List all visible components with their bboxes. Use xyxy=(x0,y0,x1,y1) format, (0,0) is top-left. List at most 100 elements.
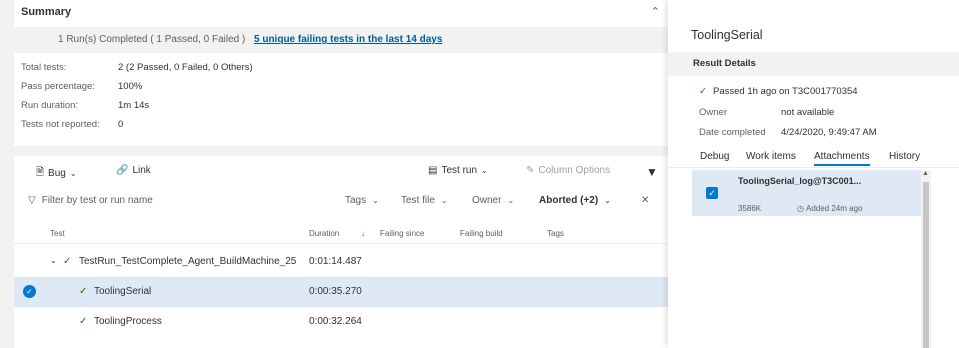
summary-header[interactable]: Summary ⌃ xyxy=(14,0,668,26)
column-headers: Test Duration ↓ Failing since Failing bu… xyxy=(14,224,668,244)
scroll-up-icon[interactable]: ▲ xyxy=(922,170,929,177)
chevron-up-icon[interactable]: ⌃ xyxy=(651,5,660,18)
attachment-item[interactable]: ✓ ToolingSerial_log@T3C001... 3586K ◷ Ad… xyxy=(692,170,921,216)
row-duration: 0:01:14.487 xyxy=(309,256,362,267)
tags-filter-label: Tags xyxy=(345,195,367,206)
filter-toggle-button[interactable]: ▼ xyxy=(646,165,658,179)
row-test-name: ToolingProcess xyxy=(94,316,162,327)
stat-total-tests: Total tests: 2 (2 Passed, 0 Failed, 0 Ot… xyxy=(21,62,421,76)
details-title: ToolingSerial xyxy=(691,28,763,42)
link-label: Link xyxy=(132,165,151,176)
tab-attachments[interactable]: Attachments xyxy=(814,151,870,166)
col-failing-since[interactable]: Failing since xyxy=(380,229,424,238)
chevron-down-icon: ⌄ xyxy=(604,196,611,205)
result-details-panel: ToolingSerial Result Details ✓ Passed 1h… xyxy=(668,0,959,348)
owner-value: not available xyxy=(781,107,835,118)
column-options-button[interactable]: ✎ Column Options xyxy=(526,165,610,176)
row-test-name: TestRun_TestComplete_Agent_BuildMachine_… xyxy=(79,256,297,267)
funnel-icon: ▼ xyxy=(646,165,658,179)
outcome-filter-label: Aborted (+2) xyxy=(539,195,599,206)
scroll-thumb[interactable] xyxy=(923,182,929,348)
column-options-label: Column Options xyxy=(538,165,611,176)
link-icon: 🔗 xyxy=(116,165,129,176)
clear-filter-button[interactable]: ✕ xyxy=(641,195,649,206)
filter-placeholder: Filter by test or run name xyxy=(41,195,153,206)
attachments-scrollbar[interactable]: ▲ xyxy=(921,170,931,348)
filter-input[interactable]: ▽ Filter by test or run name xyxy=(28,195,153,206)
attachment-size: 3586K xyxy=(738,204,762,213)
clock-icon: ◷ xyxy=(797,204,804,213)
stat-label: Run duration: xyxy=(21,100,79,111)
summary-title: Summary xyxy=(21,6,72,18)
col-test[interactable]: Test xyxy=(50,229,65,238)
pencil-icon: ✎ xyxy=(526,165,535,176)
attachment-name: ToolingSerial_log@T3C001... xyxy=(738,176,862,186)
row-duration: 0:00:35.270 xyxy=(309,286,362,297)
row-test-name: ToolingSerial xyxy=(94,286,152,297)
filter-icon: ▽ xyxy=(28,195,36,206)
stat-value: 100% xyxy=(118,81,143,92)
outcome-filter[interactable]: Aborted (+2) ⌄ xyxy=(539,195,611,206)
table-row[interactable]: ✓ ToolingProcess 0:00:32.264 xyxy=(14,307,668,337)
grouping-icon: ▤ xyxy=(428,165,438,176)
chevron-down-icon[interactable]: ⌄ xyxy=(50,256,57,265)
col-failing-build[interactable]: Failing build xyxy=(460,229,503,238)
chevron-down-icon: ⌄ xyxy=(440,196,448,205)
date-completed-value: 4/24/2020, 9:49:47 AM xyxy=(781,127,877,138)
result-details-label: Result Details xyxy=(693,58,756,69)
row-duration: 0:00:32.264 xyxy=(309,316,362,327)
chevron-down-icon: ⌄ xyxy=(481,166,488,175)
col-duration[interactable]: Duration xyxy=(309,229,339,238)
tab-work-items[interactable]: Work items xyxy=(746,151,796,162)
results-panel: Summary ⌃ 1 Run(s) Completed ( 1 Passed,… xyxy=(14,0,668,348)
owner-label: Owner xyxy=(699,107,727,118)
chevron-down-icon: ⌄ xyxy=(507,196,515,205)
sort-descending-icon[interactable]: ↓ xyxy=(361,229,365,238)
test-file-filter-label: Test file xyxy=(401,195,435,206)
stat-label: Tests not reported: xyxy=(21,119,100,130)
close-icon: ✕ xyxy=(641,195,650,206)
stat-value: 0 xyxy=(118,119,124,130)
stat-run-duration: Run duration: 1m 14s xyxy=(21,100,421,114)
stat-tests-not-reported: Tests not reported: 0 xyxy=(21,119,421,133)
stat-pass-percentage: Pass percentage: 100% xyxy=(21,81,421,95)
test-file-filter[interactable]: Test file ⌄ xyxy=(401,195,448,206)
attachment-added: Added 24m ago xyxy=(806,204,863,213)
checkbox-icon[interactable]: ✓ xyxy=(706,187,718,199)
test-results-screen: Summary ⌃ 1 Run(s) Completed ( 1 Passed,… xyxy=(0,0,959,348)
failing-tests-link[interactable]: 5 unique failing tests in the last 14 da… xyxy=(254,34,442,45)
check-icon: ✓ xyxy=(79,316,88,327)
selected-check-icon[interactable]: ✓ xyxy=(23,285,36,298)
table-row[interactable]: ✓ ✓ ToolingSerial 0:00:35.270 xyxy=(14,277,668,307)
details-tabs: Debug Work items Attachments History xyxy=(668,148,959,168)
run-summary-text: 1 Run(s) Completed ( 1 Passed, 0 Failed … xyxy=(58,34,246,45)
owner-filter-label: Owner xyxy=(472,195,502,206)
check-icon: ✓ xyxy=(63,256,72,267)
table-row[interactable]: ⌄ ✓ TestRun_TestComplete_Agent_BuildMach… xyxy=(14,247,668,277)
col-tags[interactable]: Tags xyxy=(547,229,564,238)
tab-debug[interactable]: Debug xyxy=(700,151,729,162)
date-completed-label: Date completed xyxy=(699,127,766,138)
chevron-down-icon: ⌄ xyxy=(372,196,379,205)
tab-history[interactable]: History xyxy=(889,151,920,162)
filter-bar: ▽ Filter by test or run name Tags ⌄ Test… xyxy=(14,187,668,217)
section-divider xyxy=(14,146,668,156)
chevron-down-icon: ⌄ xyxy=(69,169,77,178)
check-icon: ✓ xyxy=(79,286,88,297)
bug-button[interactable]: 🗎 Bug ⌄ xyxy=(36,165,77,182)
tags-filter[interactable]: Tags ⌄ xyxy=(345,195,379,206)
stat-value: 1m 14s xyxy=(118,100,150,111)
link-button[interactable]: 🔗 Link xyxy=(116,165,151,176)
results-toolbar: 🗎 Bug ⌄ 🔗 Link ▤ Test run ⌄ ✎ Column Opt… xyxy=(14,156,668,186)
owner-filter[interactable]: Owner ⌄ xyxy=(472,195,514,206)
stat-label: Total tests: xyxy=(21,62,67,73)
bug-icon: 🗎 xyxy=(36,167,45,178)
run-banner: 1 Run(s) Completed ( 1 Passed, 0 Failed … xyxy=(14,27,668,53)
result-status: Passed 1h ago on T3C001770354 xyxy=(713,86,858,97)
check-icon: ✓ xyxy=(699,86,707,97)
result-details-header: Result Details xyxy=(668,52,959,76)
bug-label: Bug xyxy=(48,168,66,179)
test-run-dropdown[interactable]: ▤ Test run ⌄ xyxy=(428,165,488,176)
stat-label: Pass percentage: xyxy=(21,81,95,92)
stat-value: 2 (2 Passed, 0 Failed, 0 Others) xyxy=(118,62,253,73)
